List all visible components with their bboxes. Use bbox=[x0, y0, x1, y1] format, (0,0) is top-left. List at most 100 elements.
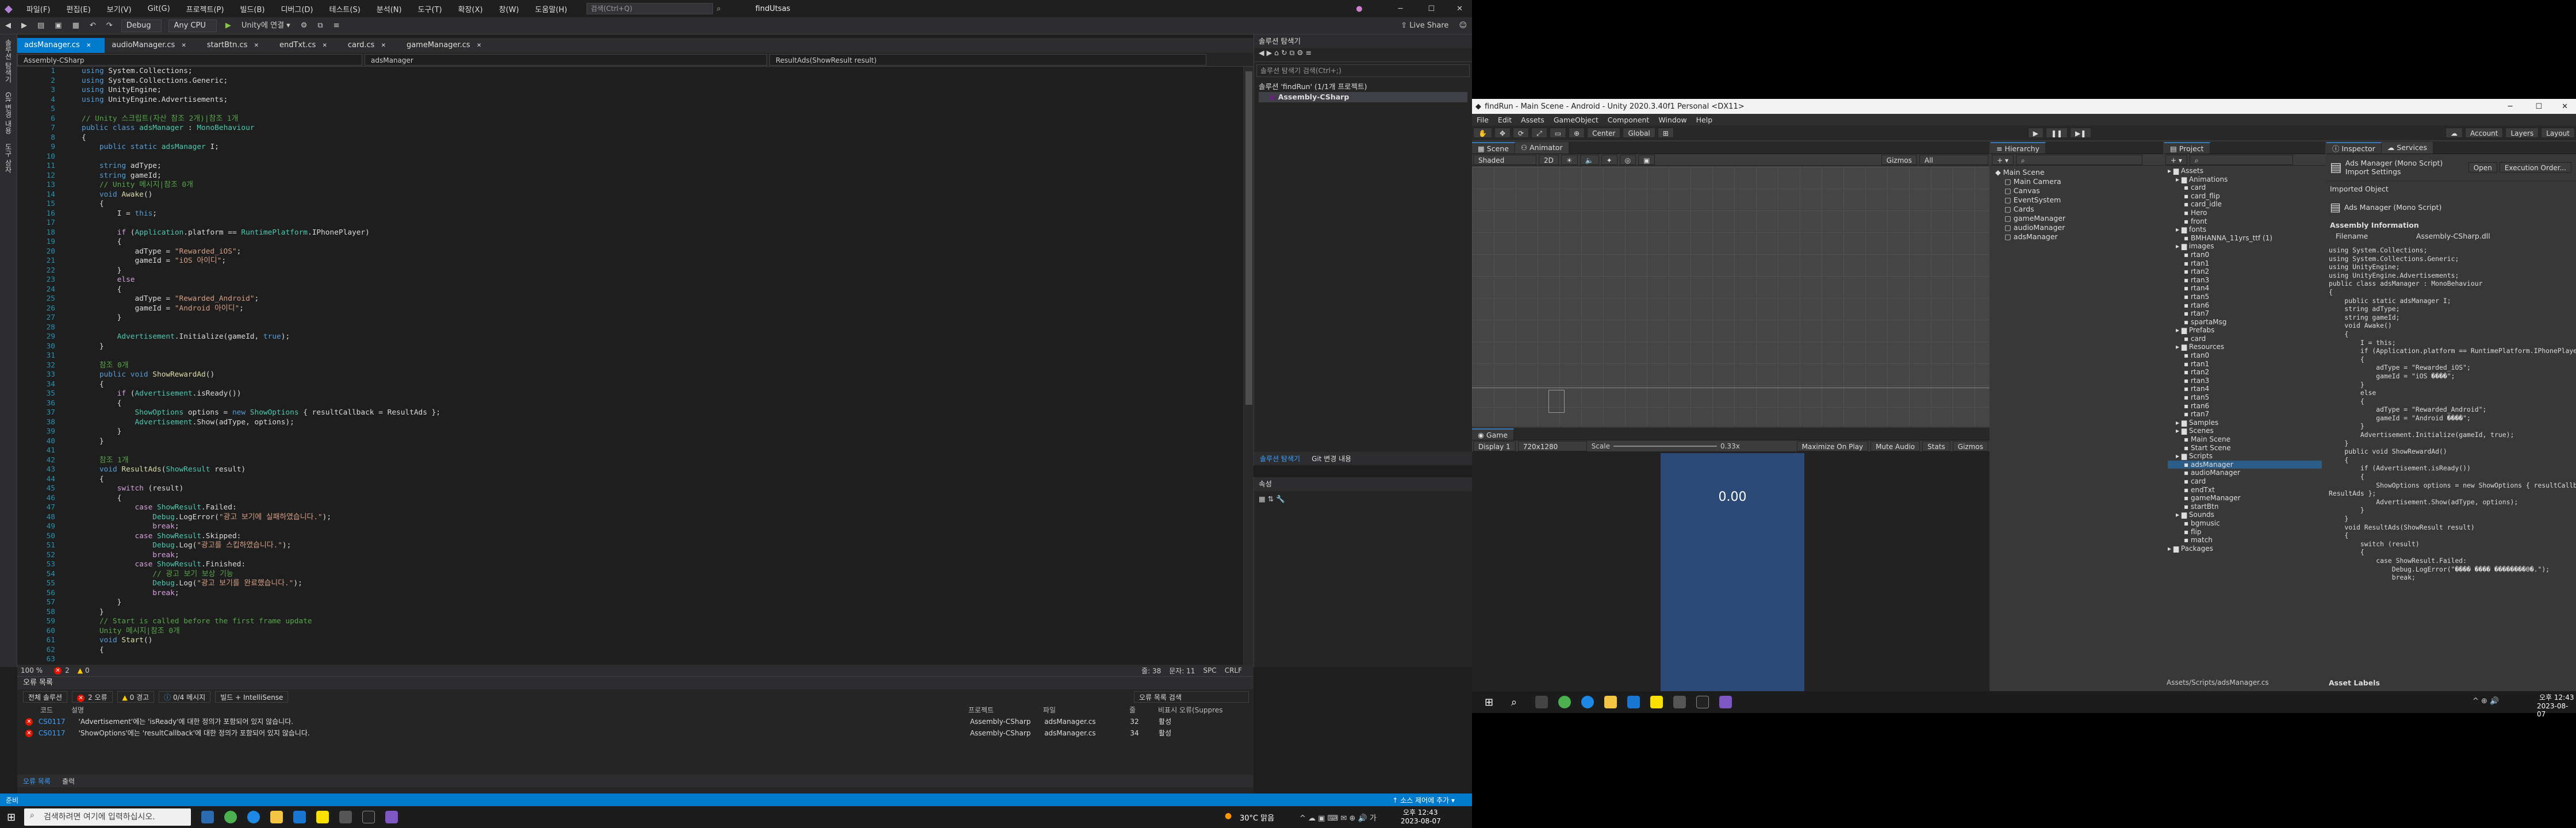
error-col-header[interactable]: 비표시 오류(Suppres bbox=[1156, 704, 1254, 716]
lighting-icon[interactable]: ☀ bbox=[1561, 154, 1578, 165]
code-line[interactable]: { bbox=[82, 200, 1232, 209]
nav-member-dropdown[interactable]: ResultAds(ShowResult result) bbox=[769, 53, 1206, 66]
error-col-header[interactable]: 파일 bbox=[1041, 704, 1127, 716]
code-line[interactable]: void Awake() bbox=[82, 190, 1232, 200]
side-tab-toolbox[interactable]: 도구 상자 bbox=[0, 139, 17, 178]
project-item[interactable]: ▪ rtan5 bbox=[2168, 293, 2322, 301]
hierarchy-item[interactable]: ▢ Cards bbox=[1995, 205, 2159, 214]
tab-card-cs[interactable]: card.cs ✕ bbox=[341, 38, 400, 53]
scale-slider[interactable] bbox=[1613, 445, 1717, 447]
code-line[interactable]: break; bbox=[82, 589, 1232, 599]
hierarchy-item[interactable]: ▢ Canvas bbox=[1995, 186, 2159, 195]
code-line[interactable] bbox=[82, 351, 1232, 361]
solution-search[interactable]: 솔루션 탐색기 검색(Ctrl+;) bbox=[1256, 64, 1470, 77]
minimize-button[interactable]: ─ bbox=[2508, 102, 2513, 111]
maximize-on-play-toggle[interactable]: Maximize On Play bbox=[1796, 440, 1869, 451]
close-button[interactable]: ✕ bbox=[1456, 5, 1463, 13]
error-row[interactable]: ✕ CS0117 'ShowOptions'에는 'resultCallback'에… bbox=[17, 727, 1254, 739]
code-line[interactable]: { bbox=[82, 285, 1232, 295]
tab-game[interactable]: ◉ Game bbox=[1472, 428, 1515, 440]
collab-icon[interactable]: ☁ bbox=[2445, 128, 2463, 138]
project-item[interactable]: ▪ front bbox=[2168, 217, 2322, 226]
tab-error-list[interactable]: 오류 목록 bbox=[17, 776, 56, 786]
project-item[interactable]: ▪ rtan4 bbox=[2168, 284, 2322, 293]
code-line[interactable]: case ShowResult.Failed: bbox=[82, 503, 1232, 513]
error-list-search[interactable]: 오류 목록 검색 bbox=[1134, 691, 1249, 703]
task-view-icon[interactable] bbox=[1535, 696, 1548, 708]
code-line[interactable]: Advertisement.Show(adType, options); bbox=[82, 418, 1232, 428]
unity-menu-item[interactable]: File bbox=[1472, 116, 1493, 124]
project-item[interactable]: ▪ spartaMsg bbox=[2168, 318, 2322, 327]
open-button[interactable]: Open bbox=[2468, 162, 2497, 172]
tab-startBtn-cs[interactable]: startBtn.cs ✕ bbox=[200, 38, 273, 53]
windows-start-icon[interactable]: ⊞ bbox=[1485, 696, 1493, 708]
vs-menu-item[interactable]: 테스트(S) bbox=[321, 3, 369, 14]
code-editor[interactable]: 1 2 3 4 5 6 7 8 9 10 11 12 13 14 15 16 17 18 19 20 21 22 23 24 2… bbox=[17, 67, 1254, 673]
edge-icon[interactable] bbox=[247, 811, 260, 823]
code-line[interactable]: break; bbox=[82, 522, 1232, 532]
project-item[interactable]: ▪ match bbox=[2168, 536, 2322, 545]
unity-menu-item[interactable]: Edit bbox=[1493, 116, 1516, 124]
project-item[interactable]: ▪ rtan0 bbox=[2168, 251, 2322, 259]
unity-menu-item[interactable]: Assets bbox=[1516, 116, 1549, 124]
close-icon[interactable]: ✕ bbox=[475, 43, 481, 49]
error-col-header[interactable]: 프로젝트 bbox=[966, 704, 1041, 716]
taskbar-date[interactable]: 2023-08-07 bbox=[1401, 817, 1441, 825]
code-line[interactable]: else bbox=[82, 275, 1232, 285]
maximize-button[interactable]: ☐ bbox=[1428, 5, 1435, 13]
code-line[interactable]: Debug.Log("광고를 스킵하였습니다."); bbox=[82, 541, 1232, 551]
vs-menu-item[interactable]: 디버그(D) bbox=[273, 3, 321, 14]
code-line[interactable]: adType = "Rewarded_Android"; bbox=[82, 294, 1232, 304]
code-line[interactable] bbox=[82, 655, 1232, 665]
zoom-level[interactable]: 100 % bbox=[21, 666, 43, 674]
code-line[interactable]: gameId = "iOS 아이디"; bbox=[82, 256, 1232, 266]
play-icon[interactable]: ▶ bbox=[222, 20, 235, 32]
scene-viewport[interactable] bbox=[1472, 167, 1989, 427]
tab-output[interactable]: 출력 bbox=[56, 776, 80, 786]
project-item[interactable]: ▪ endTxt bbox=[2168, 486, 2322, 494]
code-line[interactable]: void ResultAds(ShowResult result) bbox=[82, 465, 1232, 475]
maximize-button[interactable]: ☐ bbox=[2535, 102, 2542, 111]
vs-menu-item[interactable]: 창(W) bbox=[491, 3, 527, 14]
tool-icon-3[interactable]: ≡ bbox=[330, 20, 343, 32]
feedback-icon[interactable]: ☺ bbox=[1455, 20, 1470, 32]
code-line[interactable]: switch (result) bbox=[82, 484, 1232, 494]
scale-tool-icon[interactable]: ⤢ bbox=[1531, 128, 1547, 138]
layers-dropdown[interactable]: Layers bbox=[2505, 128, 2539, 138]
rect-tool-icon[interactable]: ▭ bbox=[1549, 128, 1567, 138]
project-item[interactable]: ▪ flip bbox=[2168, 528, 2322, 536]
code-line[interactable]: Debug.Log("광고 보기를 완료했습니다."); bbox=[82, 579, 1232, 589]
project-item[interactable]: ▪ BMHANNA_11yrs_ttf (1) bbox=[2168, 234, 2322, 243]
project-item[interactable]: ▪ rtan0 bbox=[2168, 351, 2322, 360]
asset-labels[interactable]: Asset Labels bbox=[2329, 678, 2380, 687]
store-icon[interactable] bbox=[293, 811, 306, 823]
tab-audioManager-cs[interactable]: audioManager.cs ✕ bbox=[105, 38, 200, 53]
whitespace-mode[interactable]: SPC bbox=[1203, 666, 1216, 674]
vs-search-box[interactable]: 검색(Ctrl+Q) bbox=[586, 3, 714, 14]
project-item[interactable]: ▪ card bbox=[2168, 335, 2322, 343]
code-line[interactable]: if (Application.platform == RuntimePlatf… bbox=[82, 228, 1232, 238]
close-icon[interactable]: ✕ bbox=[85, 43, 91, 49]
vs-menu-item[interactable]: 확장(X) bbox=[450, 3, 491, 14]
scope-dropdown[interactable]: 전체 솔루션 bbox=[23, 691, 68, 703]
explorer-icon[interactable] bbox=[270, 811, 283, 823]
nav-class-dropdown[interactable]: adsManager bbox=[365, 53, 767, 66]
config-dropdown[interactable]: Debug bbox=[121, 19, 162, 32]
hierarchy-search[interactable]: ⌕ bbox=[2015, 154, 2142, 165]
project-item[interactable]: ▪ card bbox=[2168, 183, 2322, 192]
code-line[interactable]: // Unity 스크립트(자산 참조 2개)|참조 1개 bbox=[82, 114, 1232, 124]
project-item[interactable]: ▸ ▆ Samples bbox=[2168, 419, 2322, 427]
audio-icon[interactable]: 🔈 bbox=[1580, 154, 1599, 165]
code-line[interactable]: case ShowResult.Skipped: bbox=[82, 532, 1232, 542]
tab-hierarchy[interactable]: ≡ Hierarchy bbox=[1991, 141, 2046, 154]
tab-solution-explorer[interactable]: 솔루션 탐색기 bbox=[1254, 454, 1306, 463]
layout-dropdown[interactable]: Layout bbox=[2541, 128, 2575, 138]
vs-menu-item[interactable]: 분석(N) bbox=[369, 3, 410, 14]
grid-snap-icon[interactable]: ⊞ bbox=[1657, 128, 1674, 138]
code-line[interactable]: } bbox=[82, 313, 1232, 323]
project-item[interactable]: ▪ audioManager bbox=[2168, 469, 2322, 477]
code-line[interactable]: { bbox=[82, 237, 1232, 247]
project-search[interactable]: ⌕ bbox=[2189, 154, 2293, 165]
tool-icon-2[interactable]: ⧉ bbox=[314, 20, 326, 32]
save-icon[interactable]: ▣ bbox=[51, 20, 65, 32]
